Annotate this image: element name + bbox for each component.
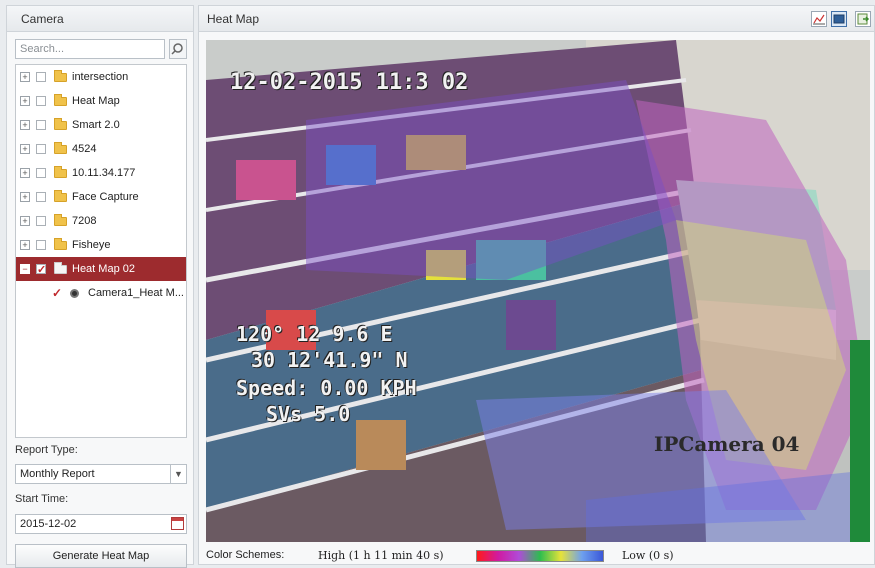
expand-icon[interactable]: + (20, 96, 30, 106)
tree-checkbox[interactable] (36, 240, 46, 250)
window-icon (833, 14, 845, 24)
heat-map-image: 12-02-2015 11:3 02 120° 12 9.6 E 30 12'4… (206, 40, 870, 542)
expand-icon[interactable]: + (20, 168, 30, 178)
expand-icon[interactable]: + (20, 72, 30, 82)
color-gradient-legend (476, 550, 604, 562)
search-icon (171, 43, 183, 55)
camera-name-overlay: IPCamera 04 (654, 432, 800, 456)
generate-heat-map-button[interactable]: Generate Heat Map (15, 544, 187, 568)
tree-checkbox[interactable] (52, 281, 62, 305)
tree-item-heat-map[interactable]: + Heat Map (16, 89, 186, 113)
folder-icon (54, 214, 67, 226)
report-type-label: Report Type: (15, 444, 78, 456)
expand-icon[interactable]: + (20, 144, 30, 154)
low-value-label: Low (0 s) (622, 549, 674, 562)
tree-checkbox[interactable] (36, 168, 46, 178)
tree-item-label: Smart 2.0 (72, 119, 120, 131)
tree-checkbox[interactable] (36, 72, 46, 82)
tree-item-label: Fisheye (72, 239, 111, 251)
gps-svs: SVs 5.0 (266, 402, 351, 426)
search-box (15, 39, 187, 59)
folder-icon (54, 118, 67, 130)
tree-item-camera1[interactable]: Camera1_Heat M... (16, 281, 186, 305)
tree-checkbox[interactable] (36, 216, 46, 226)
heat-map-panel: Heat Map 12-02-2015 11:3 02 120° 12 9.6 … (198, 5, 875, 565)
tree-item-ip[interactable]: + 10.11.34.177 (16, 161, 186, 185)
color-scheme-bar: Color Schemes: High (1 h 11 min 40 s) Lo… (199, 546, 875, 564)
camera-tree: + intersection + Heat Map + Smart 2.0 + … (15, 64, 187, 438)
tree-item-label: Camera1_Heat M... (88, 287, 184, 299)
gps-longitude: 120° 12 9.6 E (236, 322, 393, 346)
expand-icon[interactable]: + (20, 216, 30, 226)
folder-icon (54, 190, 67, 202)
folder-icon (54, 238, 67, 250)
camera-panel-title: Camera (7, 6, 193, 32)
image-view-button[interactable] (831, 11, 847, 27)
tree-item-label: intersection (72, 71, 129, 83)
video-timestamp: 12-02-2015 11:3 02 (230, 70, 469, 95)
calendar-icon[interactable] (171, 517, 184, 530)
folder-icon (54, 70, 67, 82)
tree-item-heat-map-02[interactable]: − Heat Map 02 (16, 257, 186, 282)
chart-icon (813, 14, 825, 25)
start-time-label: Start Time: (15, 493, 69, 505)
camera-icon (70, 289, 79, 298)
tree-item-label: Face Capture (72, 191, 139, 203)
export-button[interactable] (855, 11, 871, 27)
store-scene-illustration (206, 40, 870, 542)
expand-icon[interactable]: + (20, 120, 30, 130)
tree-item-smart-2[interactable]: + Smart 2.0 (16, 113, 186, 137)
tree-checkbox[interactable] (36, 144, 46, 154)
tree-item-label: Heat Map 02 (72, 263, 135, 275)
tree-checkbox[interactable] (36, 120, 46, 130)
tree-item-label: 4524 (72, 143, 97, 155)
high-value-label: High (1 h 11 min 40 s) (318, 549, 444, 562)
gps-speed: Speed: 0.00 KPH (236, 376, 417, 400)
tree-item-face-capture[interactable]: + Face Capture (16, 185, 186, 209)
tree-checkbox[interactable] (36, 96, 46, 106)
heat-map-panel-title: Heat Map (199, 6, 874, 32)
tree-item-intersection[interactable]: + intersection (16, 65, 186, 89)
tree-item-7208[interactable]: + 7208 (16, 209, 186, 233)
folder-icon (54, 142, 67, 154)
color-schemes-label: Color Schemes: (206, 549, 285, 561)
tree-item-4524[interactable]: + 4524 (16, 137, 186, 161)
gps-latitude: 30 12'41.9" N (251, 348, 408, 372)
tree-item-label: 10.11.34.177 (72, 167, 136, 179)
tree-item-label: 7208 (72, 215, 97, 227)
camera-panel: Camera + intersection + Heat Map + Smar (6, 5, 194, 568)
folder-icon (54, 94, 67, 106)
expand-icon[interactable]: + (20, 192, 30, 202)
folder-icon (54, 262, 67, 274)
tree-checkbox[interactable] (36, 192, 46, 202)
search-input[interactable] (15, 39, 165, 59)
tree-item-fisheye[interactable]: + Fisheye (16, 233, 186, 257)
search-button[interactable] (169, 39, 187, 59)
tree-checkbox[interactable] (36, 258, 46, 282)
folder-icon (54, 166, 67, 178)
report-type-value: Monthly Report (20, 468, 95, 480)
tree-item-label: Heat Map (72, 95, 120, 107)
report-type-select[interactable]: Monthly Report ▼ (15, 464, 187, 484)
chart-view-button[interactable] (811, 11, 827, 27)
collapse-icon[interactable]: − (20, 264, 30, 274)
start-time-value: 2015-12-02 (20, 518, 77, 530)
expand-icon[interactable]: + (20, 240, 30, 250)
chevron-down-icon[interactable]: ▼ (170, 465, 186, 483)
export-icon (857, 13, 870, 25)
start-time-field[interactable]: 2015-12-02 (15, 514, 187, 534)
